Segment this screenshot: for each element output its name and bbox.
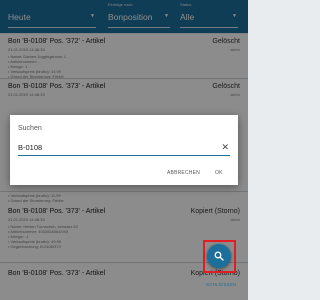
screen: Heute ▼ Einträge nach Bonposition ▼ Stat…: [0, 0, 248, 300]
close-button[interactable]: SCHLIESSEN: [206, 282, 237, 287]
search-input[interactable]: [18, 139, 214, 155]
close-icon[interactable]: ✕: [221, 141, 229, 153]
dialog-title: Suchen: [18, 125, 42, 132]
ok-button[interactable]: OK: [215, 170, 223, 176]
cancel-button[interactable]: ABBRECHEN: [167, 170, 200, 176]
search-dialog: Suchen ✕ ABBRECHEN OK: [10, 115, 238, 185]
search-field: ✕: [18, 139, 230, 156]
search-button[interactable]: [207, 244, 231, 268]
search-icon: [214, 251, 224, 261]
